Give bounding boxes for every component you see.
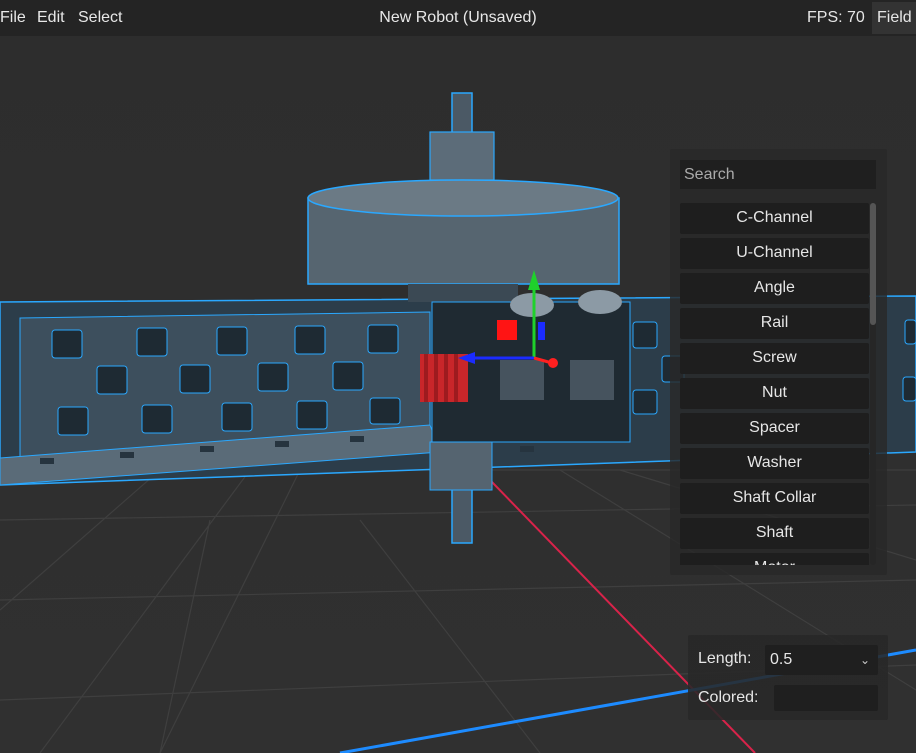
part-item-angle[interactable]: Angle	[680, 273, 869, 304]
part-item-motor[interactable]: Motor	[680, 553, 869, 565]
properties-panel: Length: 0.5 ⌄ Colored:	[688, 635, 888, 720]
colored-label: Colored:	[698, 689, 759, 706]
part-item-spacer[interactable]: Spacer	[680, 413, 869, 444]
part-item-washer[interactable]: Washer	[680, 448, 869, 479]
part-list-scrollbar[interactable]	[870, 203, 876, 565]
search-input[interactable]	[680, 160, 876, 189]
part-item-shaft[interactable]: Shaft	[680, 518, 869, 549]
gear-part[interactable]	[420, 354, 468, 402]
length-label: Length:	[698, 650, 752, 667]
length-select[interactable]: 0.5 ⌄	[765, 645, 878, 675]
scrollbar-thumb[interactable]	[870, 203, 876, 325]
part-item-c-channel[interactable]: C-Channel	[680, 203, 869, 234]
field-button[interactable]: Field	[872, 2, 916, 34]
parts-panel: C-Channel U-Channel Angle Rail Screw Nut…	[670, 149, 887, 575]
menu-file[interactable]: File	[0, 0, 26, 36]
part-item-shaft-collar[interactable]: Shaft Collar	[680, 483, 869, 514]
part-item-nut[interactable]: Nut	[680, 378, 869, 409]
part-item-u-channel[interactable]: U-Channel	[680, 238, 869, 269]
window-title: New Robot (Unsaved)	[379, 9, 537, 26]
part-item-rail[interactable]: Rail	[680, 308, 869, 339]
part-item-screw[interactable]: Screw	[680, 343, 869, 374]
menu-bar: File Edit Select New Robot (Unsaved) FPS…	[0, 0, 916, 36]
colored-field[interactable]	[774, 685, 878, 711]
wheel-part[interactable]	[307, 179, 620, 302]
menu-edit[interactable]: Edit	[37, 0, 65, 36]
fps-counter: FPS: 70	[807, 9, 865, 26]
chevron-down-icon: ⌄	[859, 653, 870, 667]
part-list: C-Channel U-Channel Angle Rail Screw Nut…	[680, 203, 869, 565]
menu-select[interactable]: Select	[78, 0, 122, 36]
length-value: 0.5	[770, 651, 793, 668]
